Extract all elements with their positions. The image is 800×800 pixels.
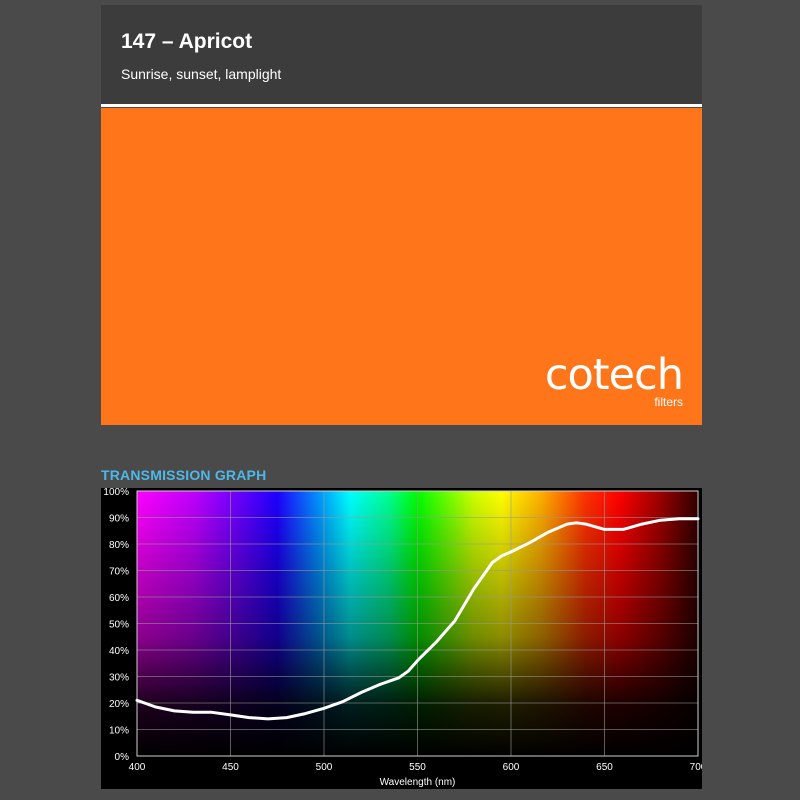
y-tick-label: 90% [109, 514, 129, 525]
filter-title: 147 – Apricot [121, 30, 253, 53]
logo-wordmark: cotech [544, 350, 684, 400]
transmission-graph: 0% 10% 20% 30% 40% 50% 60% 70% 80% 90% 100% 400 450 5… [101, 488, 702, 789]
x-axis-label: Wavelength (nm) [380, 777, 456, 788]
filter-subtitle: Sunrise, sunset, lamplight [121, 66, 282, 82]
y-tick-label: 60% [109, 593, 129, 604]
x-tick-label: 700 [690, 762, 702, 773]
y-tick-label: 50% [109, 620, 129, 631]
x-tick-label: 400 [129, 762, 146, 773]
y-tick-label: 70% [109, 567, 129, 578]
y-tick-label: 0% [115, 752, 130, 763]
graph-heading: TRANSMISSION GRAPH [101, 467, 267, 483]
plot-area [135, 490, 700, 757]
y-tick-label: 10% [109, 726, 129, 737]
x-tick-label: 600 [503, 762, 520, 773]
y-tick-label: 80% [109, 540, 129, 551]
x-tick-label: 650 [596, 762, 613, 773]
y-tick-label: 100% [103, 488, 129, 498]
filter-header: 147 – Apricot Sunrise, sunset, lamplight [101, 5, 702, 107]
transmission-chart-svg: 0% 10% 20% 30% 40% 50% 60% 70% 80% 90% 100% 400 450 5… [103, 488, 702, 788]
x-tick-label: 450 [222, 762, 239, 773]
x-tick-label: 500 [316, 762, 333, 773]
y-tick-label: 20% [109, 699, 129, 710]
color-swatch: cotech filters [101, 108, 702, 425]
x-tick-label: 550 [409, 762, 426, 773]
cotech-logo: cotech filters [544, 350, 684, 409]
y-tick-label: 40% [109, 646, 129, 657]
y-tick-label: 30% [109, 673, 129, 684]
